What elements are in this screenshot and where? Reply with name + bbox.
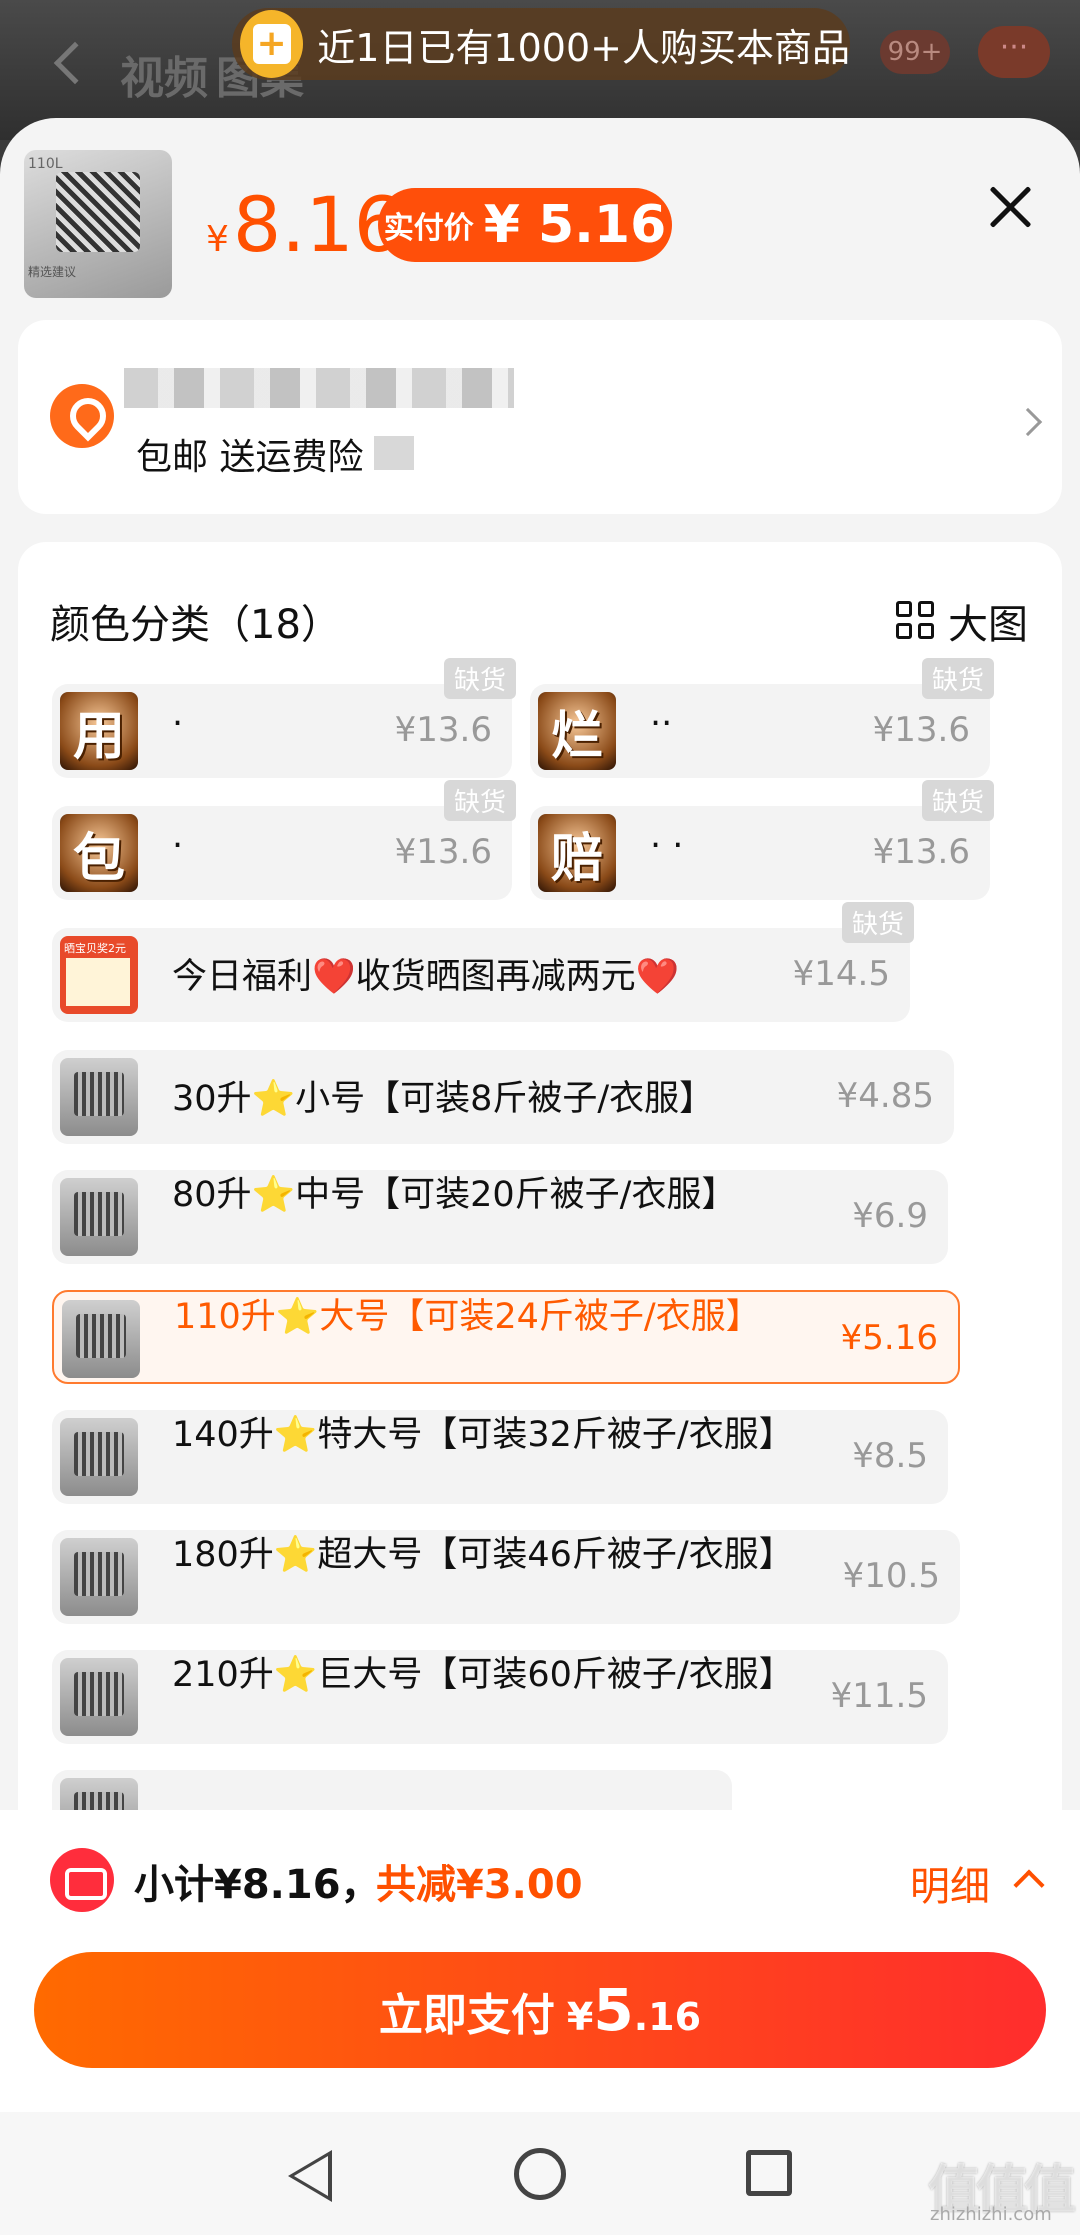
summary-bar: 小计¥8.16， 共减¥3.00 明细 [0,1810,1080,1932]
sku-option[interactable]: 赔 · · ¥13.6 缺货 [530,780,994,900]
option-price: ¥8.5 [852,1436,928,1476]
original-price: ¥ 8.16 [206,180,402,269]
toast-text: 近1日已有1000+人购买本商品 [317,25,850,70]
option-price: ¥14.5 [792,954,890,994]
option-image [60,1538,138,1616]
sku-option[interactable]: 烂 ·· ¥13.6 缺货 [530,658,994,778]
option-name: 110升⭐大号【可装24斤被子/衣服】 [174,1297,761,1337]
option-price: ¥4.85 [836,1076,934,1116]
pay-label: 立即支付 [378,1990,555,2041]
option-name: 180升⭐超大号【可装46斤被子/衣服】 [172,1535,794,1575]
storage-box-image [56,172,140,252]
sku-title: 颜色分类（18） [50,602,341,648]
detail-link[interactable]: 明细 [910,1854,990,1912]
shipping-info: 包邮 送运费险 [136,437,364,478]
welfare-image-text: 晒宝贝奖2元 [64,942,126,955]
option-image [60,1058,138,1136]
shipping-redacted [374,436,414,470]
option-price: ¥13.6 [872,832,970,872]
option-image: 用 [60,692,138,770]
option-price: ¥13.6 [394,832,492,872]
sku-option-selected[interactable]: 110升⭐大号【可装24斤被子/衣服】 ¥5.16 [52,1290,960,1384]
discount-total: 共减¥3.00 [376,1862,583,1908]
sku-sheet: 110L 精选建议 ¥ 8.16 实付价 ¥ 5.16 包邮 送运费险 颜色分类… [0,118,1080,2235]
price-currency: ¥ [206,219,229,260]
option-image [60,1178,138,1256]
option-price: ¥13.6 [394,710,492,750]
thumb-tag: 110L [28,156,63,172]
option-image: 包 [60,814,138,892]
option-image [62,1300,140,1378]
more-button: ··· [978,26,1050,78]
sku-option[interactable]: 180升⭐超大号【可装46斤被子/衣服】 ¥10.5 [52,1530,960,1624]
pay-int: 5 [593,1976,634,2044]
system-nav-bar [0,2112,1080,2235]
cart-badge: 99+ [880,30,950,74]
nav-back-icon[interactable] [288,2150,332,2202]
address-redacted [124,368,514,408]
pay-dec: .16 [633,1995,702,2039]
sku-option[interactable]: 140升⭐特大号【可装32斤被子/衣服】 ¥8.5 [52,1410,948,1504]
option-name: · [172,826,184,866]
real-price-value: ¥ 5.16 [483,195,667,255]
purchase-toast: + 近1日已有1000+人购买本商品 [232,8,850,80]
close-icon[interactable] [986,182,1036,232]
option-name: ·· [650,704,673,744]
option-price: ¥11.5 [830,1676,928,1716]
price-value: 8.16 [232,180,403,269]
sku-option-welfare[interactable]: 晒宝贝奖2元 今日福利❤️收货晒图再减两元❤️ ¥14.5 缺货 [52,902,914,1022]
welfare-image: 晒宝贝奖2元 [60,936,138,1014]
pay-area: 立即支付 ¥ 5 .16 [0,1932,1080,2112]
out-of-stock-badge: 缺货 [443,780,516,821]
option-price: ¥10.5 [842,1556,940,1596]
option-price: ¥5.16 [840,1318,938,1358]
chevron-up-icon[interactable] [1013,1869,1045,1901]
pay-currency: ¥ [566,1995,594,2039]
option-image [60,1418,138,1496]
grid-icon [896,601,936,641]
out-of-stock-badge: 缺货 [443,658,516,699]
option-name: 210升⭐巨大号【可装60斤被子/衣服】 [172,1655,794,1695]
sku-option[interactable]: 80升⭐中号【可装20斤被子/衣服】 ¥6.9 [52,1170,948,1264]
sku-card: 颜色分类（18） 大图 用 · ¥13.6 缺货 烂 ·· ¥13.6 缺货 包… [18,542,1062,1935]
sku-option[interactable]: 210升⭐巨大号【可装60斤被子/衣服】 ¥11.5 [52,1650,948,1744]
sku-option[interactable]: 包 · ¥13.6 缺货 [52,780,516,900]
option-name: 今日福利❤️收货晒图再减两元❤️ [172,957,680,997]
option-name: 80升⭐中号【可装20斤被子/衣服】 [172,1175,737,1215]
option-image [60,1658,138,1736]
option-image: 烂 [538,692,616,770]
coupon-icon [50,1848,114,1912]
option-name: · [172,704,184,744]
out-of-stock-badge: 缺货 [841,902,914,943]
subtotal: 小计¥8.16， [134,1862,381,1908]
bag-plus-icon: + [240,10,304,78]
thumb-note: 精选建议 [28,265,77,279]
sku-option[interactable]: 30升⭐小号【可装8斤被子/衣服】 ¥4.85 [52,1050,954,1144]
nav-recent-icon[interactable] [746,2150,792,2196]
address-card[interactable]: 包邮 送运费险 [18,320,1062,514]
option-image: 赔 [538,814,616,892]
pay-now-button[interactable]: 立即支付 ¥ 5 .16 [34,1952,1046,2068]
real-price-badge: 实付价 ¥ 5.16 [378,188,672,262]
watermark-url: zhizhizhi.com [930,2204,1052,2225]
real-price-label: 实付价 [383,211,474,246]
back-icon [53,41,97,85]
big-image-toggle[interactable]: 大图 [896,592,1028,650]
sku-option[interactable]: 用 · ¥13.6 缺货 [52,658,516,778]
option-price: ¥6.9 [852,1196,928,1236]
product-thumbnail[interactable]: 110L 精选建议 [24,150,172,298]
option-name: · · [650,826,684,866]
option-price: ¥13.6 [872,710,970,750]
location-pin-icon [50,384,114,448]
option-name: 140升⭐特大号【可装32斤被子/衣服】 [172,1415,794,1455]
tab-video: 视频 [120,53,208,104]
nav-home-icon[interactable] [514,2148,566,2200]
out-of-stock-badge: 缺货 [921,658,994,699]
option-name: 30升⭐小号【可装8斤被子/衣服】 [172,1079,715,1119]
out-of-stock-badge: 缺货 [921,780,994,821]
big-image-label: 大图 [948,602,1028,648]
chevron-right-icon [1013,407,1043,437]
